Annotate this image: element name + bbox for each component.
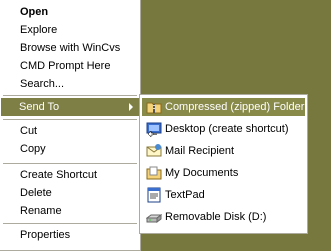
my-documents-icon	[146, 166, 162, 180]
menu-item-create-shortcut[interactable]: Create Shortcut	[2, 166, 138, 184]
submenu-item-label: TextPad	[165, 189, 205, 201]
submenu-item-compressed-folder[interactable]: Compressed (zipped) Folder	[142, 98, 305, 116]
menu-item-search[interactable]: Search...	[2, 75, 138, 93]
context-menu: Open Explore Browse with WinCvs CMD Prom…	[0, 0, 141, 251]
menu-item-browse-wincvs[interactable]: Browse with WinCvs	[2, 39, 138, 57]
menu-item-cut[interactable]: Cut	[2, 122, 138, 140]
menu-item-open[interactable]: Open	[2, 3, 138, 21]
submenu-item-label: Mail Recipient	[165, 145, 235, 157]
desktop-shortcut-icon	[146, 122, 162, 137]
menu-item-cmd-prompt[interactable]: CMD Prompt Here	[2, 57, 138, 75]
menu-item-send-to[interactable]: Send To	[1, 98, 139, 116]
submenu-item-removable-disk[interactable]: Removable Disk (D:)	[142, 208, 305, 226]
menu-item-explore[interactable]: Explore	[2, 21, 138, 39]
menu-item-copy[interactable]: Copy	[2, 140, 138, 158]
send-to-label: Send To	[19, 101, 60, 113]
submenu-item-label: Removable Disk (D:)	[165, 211, 267, 223]
submenu-item-mail-recipient[interactable]: Mail Recipient	[142, 142, 305, 160]
menu-separator	[3, 119, 137, 120]
submenu-arrow-icon	[129, 103, 133, 111]
menu-item-delete[interactable]: Delete	[2, 184, 138, 202]
submenu-item-desktop[interactable]: Desktop (create shortcut)	[142, 120, 305, 138]
submenu-item-label: Compressed (zipped) Folder	[165, 101, 305, 113]
send-to-submenu: Compressed (zipped) Folder Desktop (crea…	[139, 94, 308, 234]
menu-item-rename[interactable]: Rename	[2, 202, 138, 220]
textpad-icon	[147, 187, 161, 203]
menu-separator	[3, 163, 137, 164]
mail-recipient-icon	[146, 144, 162, 157]
menu-item-properties[interactable]: Properties	[2, 226, 138, 244]
zip-folder-icon	[146, 102, 162, 114]
submenu-item-label: My Documents	[165, 167, 239, 179]
menu-separator	[3, 95, 137, 96]
submenu-item-my-documents[interactable]: My Documents	[142, 164, 305, 182]
menu-separator	[3, 223, 137, 224]
submenu-item-textpad[interactable]: TextPad	[142, 186, 305, 204]
removable-disk-icon	[146, 214, 162, 223]
submenu-item-label: Desktop (create shortcut)	[165, 123, 289, 135]
